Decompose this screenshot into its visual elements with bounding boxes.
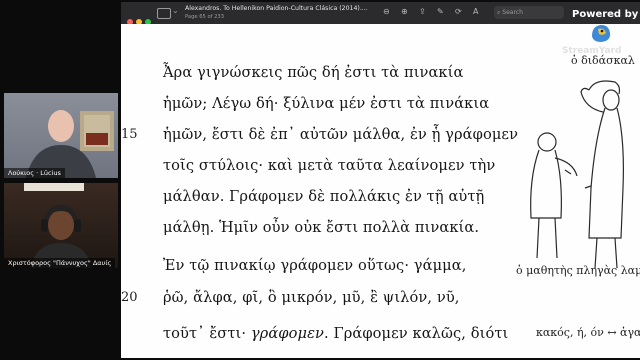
- zoom-out-icon[interactable]: ⊖: [383, 7, 390, 17]
- search-icon: ⌕: [497, 9, 501, 16]
- powered-by-label: Powered by: [572, 9, 639, 20]
- chevron-down-icon[interactable]: ⌄: [172, 6, 179, 15]
- search-input[interactable]: ⌕ Search: [494, 6, 564, 19]
- markup-icon[interactable]: ✎: [437, 7, 444, 17]
- text-line: τοῖς στύλοις· καὶ μετὰ ταῦτα λεαίνομεν τ…: [163, 157, 496, 174]
- line-number: 20: [121, 290, 138, 305]
- zoom-in-icon[interactable]: ⊕: [401, 7, 408, 17]
- document-page: Ἆρα γιγνώσκεις πῶς δή ἐστι τὰ πινακία ἡμῶ…: [121, 24, 640, 358]
- text-line: μάλθῃ. Ἡμῖν οὖν οὐκ ἔστι πολλὰ πινακία.: [163, 219, 480, 236]
- participant-name: Χριστόφορος "Πάννυχος" Δαυίς: [4, 258, 116, 268]
- search-placeholder: Search: [502, 9, 523, 16]
- text-line: ῥῶ, ἄλφα, φῖ, ὂ μικρόν, μῦ, ἒ ψιλόν, νῦ,: [163, 289, 460, 306]
- text-line: μάλθαν. Γράφομεν δὲ πολλάκις ἐν τῇ αὐτῇ: [163, 188, 485, 205]
- vocabulary-note: κακός, ή, όν ↔ ἀγαθό: [536, 326, 640, 339]
- title-bar: ⌄ Alexandros. To Hellenikon Paidion-Cult…: [121, 2, 640, 25]
- text-line: Ἆρα γιγνώσκεις πῶς δή ἐστι τὰ πινακία: [163, 64, 464, 81]
- streamyard-watermark: StreamYard: [562, 46, 622, 56]
- streamyard-logo-icon: [592, 25, 611, 42]
- page-indicator: Page 65 of 233: [185, 14, 225, 20]
- rotate-icon[interactable]: ⟳: [455, 7, 462, 17]
- text-line: ἡμῶν; Λέγω δή· ξύλινα μέν ἐστι τὰ πινάκι…: [163, 95, 490, 112]
- text-segment: . Γράφομεν καλῶς, διότι: [323, 325, 509, 342]
- participant-video: [26, 110, 114, 178]
- participant-name: Λούκιος · Lūcius: [4, 168, 65, 178]
- text-line: τοῦτ᾽ ἔστι· γράφομεν. Γράφομεν καλῶς, δι…: [163, 325, 508, 342]
- document-title: Alexandros. To Hellenikon Paidion-Cultur…: [185, 5, 368, 12]
- text-segment-italic: γράφομεν: [250, 325, 324, 342]
- participant-video: [24, 183, 92, 268]
- line-number: 15: [121, 127, 138, 142]
- text-line: ἡμῶν, ἔστι δὲ ἐπ᾽ αὐτῶν μάλθα, ἐν ᾗ γράφ…: [163, 126, 519, 143]
- annotate-icon[interactable]: A: [473, 7, 478, 17]
- participant-tile[interactable]: Λούκιος · Lūcius: [4, 93, 118, 178]
- text-line: Ἐν τῷ πινακίῳ γράφομεν οὕτως· γάμμα,: [163, 257, 467, 274]
- share-icon[interactable]: ⇪: [419, 7, 426, 17]
- illustration-caption: ὁ μαθητὴς πληγὰς λαμ: [516, 264, 640, 277]
- participant-tile[interactable]: Χριστόφορος "Πάννυχος" Δαυίς: [4, 183, 118, 268]
- sidebar-icon[interactable]: [157, 8, 171, 19]
- teacher-student-illustration: [530, 80, 624, 269]
- text-segment: τοῦτ᾽ ἔστι·: [163, 325, 247, 342]
